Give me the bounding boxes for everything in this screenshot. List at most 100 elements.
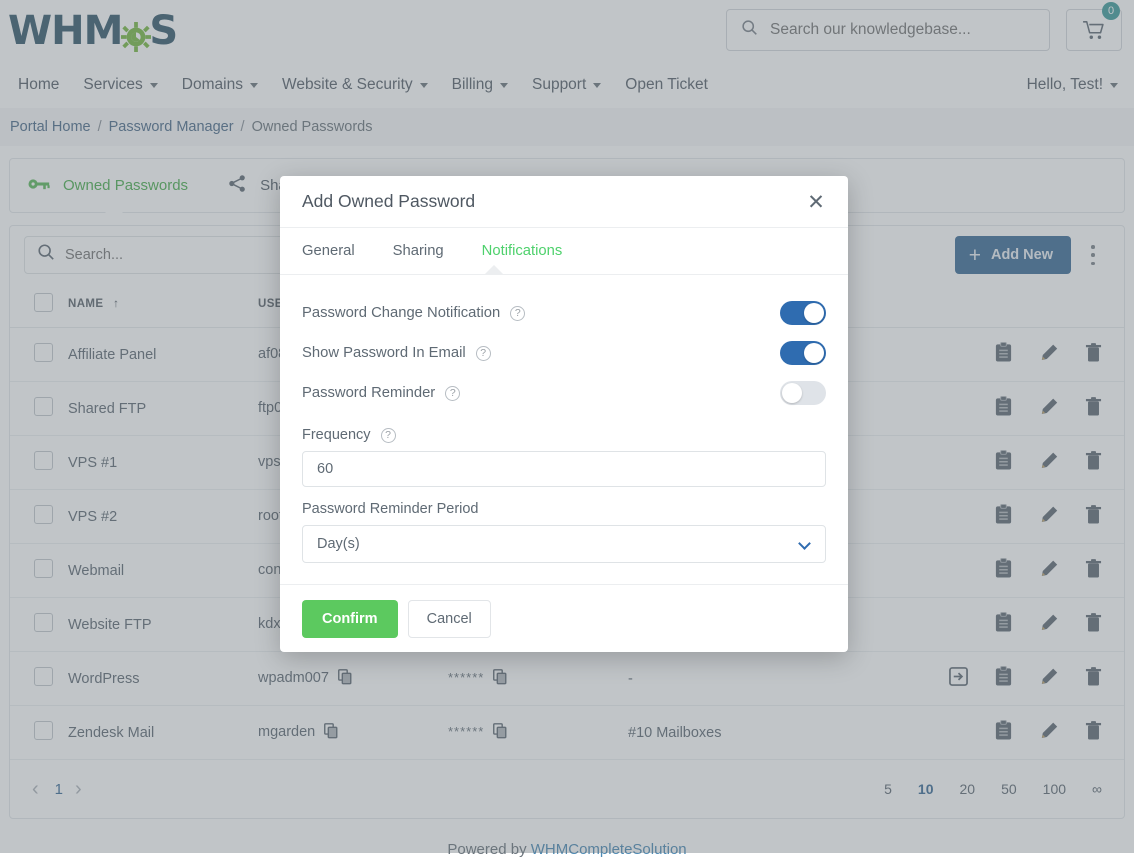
row-checkbox[interactable] <box>34 397 53 416</box>
cell-username: mgarden <box>258 706 448 760</box>
delete-icon[interactable] <box>1085 397 1102 421</box>
delete-icon[interactable] <box>1085 721 1102 745</box>
column-header-name[interactable]: NAME ↑ <box>68 283 258 328</box>
nav-item-website-security[interactable]: Website & Security <box>282 76 428 94</box>
nav-item-services[interactable]: Services <box>83 76 157 94</box>
row-checkbox[interactable] <box>34 451 53 470</box>
edit-icon[interactable] <box>1039 667 1059 691</box>
delete-icon[interactable] <box>1085 343 1102 367</box>
row-checkbox[interactable] <box>34 505 53 524</box>
row-password: ****** <box>448 724 484 739</box>
copy-details-icon[interactable] <box>994 342 1013 367</box>
help-icon[interactable]: ? <box>476 346 491 361</box>
row-name: VPS #1 <box>68 455 117 471</box>
cell-name: VPS #2 <box>68 490 258 544</box>
help-icon[interactable]: ? <box>445 386 460 401</box>
close-icon[interactable]: ✕ <box>804 190 828 214</box>
copy-details-icon[interactable] <box>994 558 1013 583</box>
confirm-button[interactable]: Confirm <box>302 600 398 638</box>
more-options-button[interactable] <box>1084 245 1102 265</box>
copy-details-icon[interactable] <box>994 720 1013 745</box>
search-input[interactable] <box>770 21 1020 39</box>
delete-icon[interactable] <box>1085 451 1102 475</box>
delete-icon[interactable] <box>1085 667 1102 691</box>
copy-password-icon[interactable] <box>493 723 508 743</box>
footer-text: Powered by <box>447 841 530 858</box>
nav-item-home[interactable]: Home <box>18 76 59 94</box>
active-tab-indicator <box>105 204 123 213</box>
page-size-20[interactable]: 20 <box>960 781 976 797</box>
cell-notes: #10 Mailboxes <box>628 706 918 760</box>
delete-icon[interactable] <box>1085 559 1102 583</box>
tab-owned-passwords-label: Owned Passwords <box>63 177 188 194</box>
copy-details-icon[interactable] <box>994 666 1013 691</box>
help-icon[interactable]: ? <box>510 306 525 321</box>
copy-details-icon[interactable] <box>994 504 1013 529</box>
nav-item-domains[interactable]: Domains <box>182 76 258 94</box>
select-all-checkbox[interactable] <box>34 293 53 312</box>
cancel-button[interactable]: Cancel <box>408 600 491 638</box>
breadcrumb-item-password-manager[interactable]: Password Manager <box>109 119 234 135</box>
tab-sharing[interactable]: Sharing <box>393 243 444 259</box>
delete-icon[interactable] <box>1085 613 1102 637</box>
edit-icon[interactable] <box>1039 559 1059 583</box>
password-reminder-period-select[interactable]: Day(s) <box>302 525 826 563</box>
prev-page-button[interactable]: ‹ <box>32 778 39 801</box>
add-new-button[interactable]: + Add New <box>955 236 1071 274</box>
edit-icon[interactable] <box>1039 397 1059 421</box>
help-icon[interactable]: ? <box>381 428 396 443</box>
edit-icon[interactable] <box>1039 505 1059 529</box>
page-size-50[interactable]: 50 <box>1001 781 1017 797</box>
cart-button[interactable]: 0 <box>1066 9 1122 51</box>
column-label: NAME <box>68 298 103 310</box>
login-icon[interactable] <box>949 667 968 690</box>
copy-details-icon[interactable] <box>994 450 1013 475</box>
edit-icon[interactable] <box>1039 451 1059 475</box>
breadcrumb-item-portal-home[interactable]: Portal Home <box>10 119 91 135</box>
row-checkbox[interactable] <box>34 343 53 362</box>
nav-item-open-ticket[interactable]: Open Ticket <box>625 76 708 94</box>
tab-general[interactable]: General <box>302 243 355 259</box>
tab-notifications[interactable]: Notifications <box>482 243 563 259</box>
password-change-notification-toggle[interactable] <box>780 301 826 325</box>
page-number-1[interactable]: 1 <box>55 781 63 798</box>
page-size-10[interactable]: 10 <box>918 781 934 797</box>
show-password-in-email-label: Show Password In Email <box>302 345 466 361</box>
modal-tabs: General Sharing Notifications <box>280 227 848 275</box>
copy-password-icon[interactable] <box>493 669 508 689</box>
row-checkbox[interactable] <box>34 613 53 632</box>
page-size-5[interactable]: 5 <box>884 781 892 797</box>
page-size-100[interactable]: 100 <box>1043 781 1066 797</box>
edit-icon[interactable] <box>1039 721 1059 745</box>
logo-text-left: WHM <box>8 8 122 54</box>
footer-link[interactable]: WHMCompleteSolution <box>531 841 687 858</box>
password-reminder-toggle[interactable] <box>780 381 826 405</box>
copy-username-icon[interactable] <box>338 669 353 689</box>
edit-icon[interactable] <box>1039 613 1059 637</box>
show-password-in-email-toggle[interactable] <box>780 341 826 365</box>
copy-username-icon[interactable] <box>324 723 339 743</box>
row-checkbox[interactable] <box>34 721 53 740</box>
next-page-button[interactable]: › <box>75 778 82 801</box>
page-size-∞[interactable]: ∞ <box>1092 781 1102 797</box>
whmcs-logo[interactable]: WHM <box>8 8 177 54</box>
row-checkbox[interactable] <box>34 667 53 686</box>
delete-icon[interactable] <box>1085 505 1102 529</box>
account-menu[interactable]: Hello, Test! <box>1027 76 1118 94</box>
chevron-down-icon <box>500 83 508 88</box>
edit-icon[interactable] <box>1039 343 1059 367</box>
frequency-input[interactable] <box>302 451 826 487</box>
nav-item-billing[interactable]: Billing <box>452 76 508 94</box>
tab-owned-passwords[interactable]: Owned Passwords <box>28 177 188 195</box>
knowledgebase-search[interactable] <box>726 9 1050 51</box>
table-row[interactable]: WordPresswpadm007******- <box>10 652 1124 706</box>
nav-item-support[interactable]: Support <box>532 76 601 94</box>
copy-details-icon[interactable] <box>994 396 1013 421</box>
cell-name: Shared FTP <box>68 382 258 436</box>
copy-details-icon[interactable] <box>994 612 1013 637</box>
table-row[interactable]: Zendesk Mailmgarden******#10 Mailboxes <box>10 706 1124 760</box>
row-select-cell <box>10 328 68 382</box>
row-checkbox[interactable] <box>34 559 53 578</box>
cell-name: Webmail <box>68 544 258 598</box>
account-label: Hello, Test! <box>1027 76 1103 94</box>
